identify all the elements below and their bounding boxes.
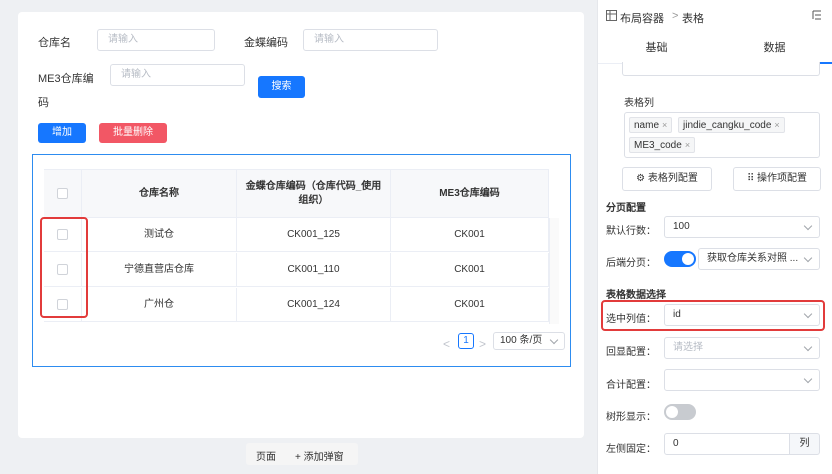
warehouse-name-label: 仓库名 xyxy=(38,37,71,49)
toggle-knob xyxy=(682,253,694,265)
default-rows-label: 默认行数： xyxy=(606,226,656,237)
table-component-selected[interactable]: 仓库名称 金蝶仓库编码（仓库代码_使用组织） ME3仓库编码 测试仓 CK001… xyxy=(32,154,571,367)
page-size-value: 100 条/页 xyxy=(500,335,543,346)
echo-config-label: 回显配置： xyxy=(606,347,656,358)
warehouse-name-input[interactable]: 请输入 xyxy=(97,29,215,51)
me3-code-label: ME3仓库编 xyxy=(38,73,94,85)
action-items-config-button[interactable]: ⠿ 操作项配置 xyxy=(733,167,821,191)
column-tag: name × xyxy=(629,117,673,133)
checkbox-column-highlight xyxy=(40,217,88,318)
table-grid-icon xyxy=(606,10,617,24)
sum-config-label: 合计配置： xyxy=(606,380,656,391)
designer-canvas: 仓库名 请输入 金蝶编码 请输入 ME3仓库编 码 请输入 搜索 增加 批量删除… xyxy=(18,12,584,438)
backend-paging-label: 后端分页： xyxy=(606,258,656,269)
tab-basic[interactable]: 基础 xyxy=(598,34,715,64)
bottom-page-bar: 页面 + 添加弹窗 xyxy=(246,443,358,465)
table-columns-select[interactable]: name × jindie_cangku_code × ME3_code × xyxy=(624,112,820,158)
page-size-select[interactable]: 100 条/页 xyxy=(493,332,565,350)
property-panel: 布局容器 > 表格 基础 数据 表格列 name × jindie_cangku_… xyxy=(597,0,832,474)
left-fixed-label: 左侧固定： xyxy=(606,444,656,455)
data-selection-section-title: 表格数据选择 xyxy=(606,290,666,301)
table-cell: CK001 xyxy=(391,288,549,321)
breadcrumb-current: 表格 xyxy=(682,13,704,25)
default-rows-select[interactable]: 100 xyxy=(664,216,820,238)
close-icon[interactable]: × xyxy=(685,140,690,150)
chevron-down-icon xyxy=(803,374,813,384)
batch-delete-button[interactable]: 批量删除 xyxy=(99,123,167,143)
prev-page-button[interactable]: < xyxy=(443,337,450,351)
selected-column-highlight xyxy=(601,300,825,331)
table-row[interactable]: 广州仓 CK001_124 CK001 xyxy=(44,288,549,322)
tree-display-toggle[interactable] xyxy=(664,404,696,420)
previous-field-input[interactable] xyxy=(622,62,820,76)
column-header-me3-code[interactable]: ME3仓库编码 xyxy=(391,170,549,217)
pagination-section-title: 分页配置 xyxy=(606,203,646,214)
column-tag: jindie_cangku_code × xyxy=(678,117,785,133)
chevron-down-icon xyxy=(803,221,813,231)
breadcrumb-parent[interactable]: 布局容器 xyxy=(620,10,664,26)
table-row[interactable]: 宁德直营店仓库 CK001_110 CK001 xyxy=(44,253,549,287)
select-all-checkbox[interactable] xyxy=(57,188,68,199)
breadcrumb-separator: > xyxy=(672,10,679,22)
gear-icon: ⚙ xyxy=(636,173,646,184)
table-cell: 广州仓 xyxy=(82,288,237,321)
echo-config-placeholder: 请选择 xyxy=(673,342,703,353)
table-cell: CK001 xyxy=(391,253,549,286)
table-columns-label: 表格列 xyxy=(624,98,654,109)
panel-tabs: 基础 数据 xyxy=(598,34,832,64)
me3-code-input[interactable]: 请输入 xyxy=(110,64,245,86)
header-checkbox-cell xyxy=(44,170,82,217)
add-dialog-button[interactable]: + 添加弹窗 xyxy=(295,448,344,463)
chevron-down-icon xyxy=(803,342,813,352)
table-cell: 宁德直营店仓库 xyxy=(82,253,237,286)
table-row[interactable]: 测试仓 CK001_125 CK001 xyxy=(44,218,549,252)
kingdee-code-input[interactable]: 请输入 xyxy=(303,29,438,51)
table-scrollbar[interactable] xyxy=(549,218,559,324)
left-fixed-input[interactable]: 0 xyxy=(664,433,790,455)
column-tag: ME3_code × xyxy=(629,137,696,153)
table-columns-config-button[interactable]: ⚙ 表格列配置 xyxy=(622,167,712,191)
me3-code-label-wrap: 码 xyxy=(38,97,49,109)
table-cell: CK001 xyxy=(391,218,549,251)
close-icon[interactable]: × xyxy=(662,120,667,130)
column-tag-label: name xyxy=(634,120,660,131)
column-header-kingdee-code[interactable]: 金蝶仓库编码（仓库代码_使用组织） xyxy=(237,170,391,217)
left-fixed-unit: 列 xyxy=(789,433,820,455)
echo-config-select[interactable]: 请选择 xyxy=(664,337,820,359)
chevron-down-icon xyxy=(803,253,813,263)
close-icon[interactable]: × xyxy=(774,120,779,130)
action-items-config-label: 操作项配置 xyxy=(757,173,808,184)
tree-outline-icon[interactable] xyxy=(811,9,823,24)
next-page-button[interactable]: > xyxy=(479,337,486,351)
table-cell: CK001_125 xyxy=(237,218,391,251)
table-header: 仓库名称 金蝶仓库编码（仓库代码_使用组织） ME3仓库编码 xyxy=(44,169,549,218)
backend-paging-source-value: 获取仓库关系对照 ... xyxy=(707,253,799,264)
tab-data[interactable]: 数据 xyxy=(716,34,832,64)
table-columns-config-label: 表格列配置 xyxy=(647,173,698,184)
tree-display-label: 树形显示： xyxy=(606,412,656,423)
backend-paging-toggle[interactable] xyxy=(664,251,696,267)
kingdee-code-label: 金蝶编码 xyxy=(244,37,288,49)
sum-config-select[interactable] xyxy=(664,369,820,391)
column-tag-label: ME3_code xyxy=(634,140,682,151)
table-cell: CK001_110 xyxy=(237,253,391,286)
current-page-button[interactable]: 1 xyxy=(458,333,474,349)
drag-handle-icon: ⠿ xyxy=(746,173,755,184)
toggle-knob xyxy=(666,406,678,418)
column-tag-label: jindie_cangku_code xyxy=(683,120,772,131)
search-button[interactable]: 搜索 xyxy=(258,76,305,98)
column-header-warehouse-name[interactable]: 仓库名称 xyxy=(82,170,237,217)
add-button[interactable]: 增加 xyxy=(38,123,86,143)
left-fixed-value: 0 xyxy=(673,438,679,449)
page-tab[interactable]: 页面 xyxy=(256,448,276,463)
table-cell: CK001_124 xyxy=(237,288,391,321)
table-cell: 测试仓 xyxy=(82,218,237,251)
backend-paging-source-select[interactable]: 获取仓库关系对照 ... xyxy=(698,248,820,270)
chevron-down-icon xyxy=(549,335,559,345)
default-rows-value: 100 xyxy=(673,221,690,232)
